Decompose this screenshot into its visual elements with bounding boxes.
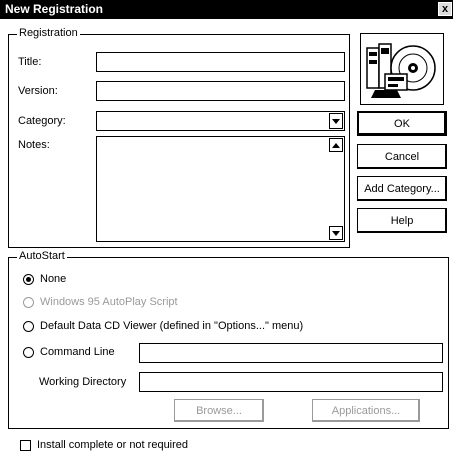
version-label: Version: bbox=[18, 85, 58, 97]
category-label: Category: bbox=[18, 115, 66, 127]
category-select[interactable] bbox=[96, 111, 345, 131]
ok-button[interactable]: OK bbox=[357, 111, 447, 136]
install-complete-row[interactable]: Install complete or not required bbox=[20, 439, 188, 451]
autostart-option-default-viewer[interactable]: Default Data CD Viewer (defined in "Opti… bbox=[23, 320, 303, 332]
autostart-option-none[interactable]: None bbox=[23, 273, 66, 285]
working-directory-label: Working Directory bbox=[39, 376, 127, 388]
browse-button: Browse... bbox=[174, 399, 264, 422]
registration-legend: Registration bbox=[17, 27, 80, 39]
autostart-option-none-label: None bbox=[40, 273, 67, 285]
autostart-option-autoplay: Windows 95 AutoPlay Script bbox=[23, 296, 178, 308]
cancel-button[interactable]: Cancel bbox=[357, 144, 447, 169]
scroll-down-icon[interactable] bbox=[329, 226, 343, 240]
notes-label: Notes: bbox=[18, 139, 50, 151]
radio-autoplay bbox=[23, 296, 34, 308]
title-label: Title: bbox=[18, 56, 42, 68]
command-line-field[interactable] bbox=[139, 343, 443, 363]
title-field[interactable] bbox=[96, 52, 345, 72]
autostart-option-command-line[interactable]: Command Line bbox=[23, 346, 115, 358]
install-complete-checkbox[interactable] bbox=[20, 439, 31, 451]
cd-registration-icon bbox=[360, 33, 444, 105]
add-category-button[interactable]: Add Category... bbox=[357, 176, 447, 201]
chevron-down-icon[interactable] bbox=[329, 113, 343, 129]
install-complete-label: Install complete or not required bbox=[37, 439, 189, 451]
version-field[interactable] bbox=[96, 81, 345, 101]
applications-button: Applications... bbox=[312, 399, 420, 422]
autostart-option-autoplay-label: Windows 95 AutoPlay Script bbox=[40, 296, 178, 308]
close-icon[interactable]: x bbox=[438, 2, 452, 16]
radio-none[interactable] bbox=[23, 273, 34, 285]
radio-command-line[interactable] bbox=[23, 346, 34, 358]
title-bar: New Registration x bbox=[0, 0, 453, 19]
radio-default-viewer[interactable] bbox=[23, 320, 34, 332]
help-button[interactable]: Help bbox=[357, 208, 447, 233]
notes-textarea[interactable] bbox=[96, 136, 345, 242]
autostart-option-default-viewer-label: Default Data CD Viewer (defined in "Opti… bbox=[40, 320, 304, 332]
autostart-legend: AutoStart bbox=[17, 250, 67, 262]
autostart-option-command-line-label: Command Line bbox=[40, 346, 115, 358]
window-title: New Registration bbox=[5, 2, 104, 16]
scroll-up-icon[interactable] bbox=[329, 138, 343, 152]
working-directory-field[interactable] bbox=[139, 372, 443, 392]
